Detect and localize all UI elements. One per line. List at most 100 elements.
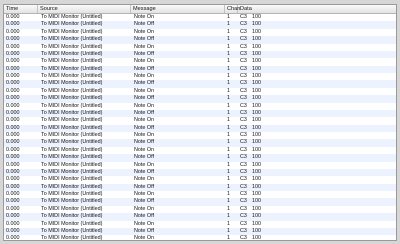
table-row[interactable]: 0.000 To MIDI Monitor (Untitled) Note On 1 C… xyxy=(4,103,396,110)
cell-channel: 1 xyxy=(227,109,230,116)
cell-data-note: C3 xyxy=(240,168,247,175)
table-row[interactable]: 0.000 To MIDI Monitor (Untitled) Note On 1 C… xyxy=(4,44,396,51)
cell-source: To MIDI Monitor (Untitled) xyxy=(41,21,103,28)
cell-data-note: C3 xyxy=(240,205,247,212)
table-row[interactable]: 0.000 To MIDI Monitor (Untitled) Note On 1 C… xyxy=(4,176,396,183)
cell-time: 0.000 xyxy=(6,117,20,124)
cell-data-velocity: 100 xyxy=(252,95,261,102)
cell-time: 0.000 xyxy=(6,21,20,28)
table-row[interactable]: 0.000 To MIDI Monitor (Untitled) Note Off 1… xyxy=(4,95,396,103)
column-header-message[interactable]: Message xyxy=(131,5,225,13)
cell-channel: 1 xyxy=(227,43,230,50)
cell-source: To MIDI Monitor (Untitled) xyxy=(41,36,103,43)
table-row[interactable]: 0.000 To MIDI Monitor (Untitled) Note On 1 C… xyxy=(4,162,396,169)
cell-time: 0.000 xyxy=(6,80,20,87)
table-row[interactable]: 0.000 To MIDI Monitor (Untitled) Note On 1 C… xyxy=(4,29,396,36)
cell-data-velocity: 100 xyxy=(252,14,261,20)
cell-time: 0.000 xyxy=(6,168,20,175)
table-row[interactable]: 0.000 To MIDI Monitor (Untitled) Note Off 1… xyxy=(4,80,396,88)
cell-channel: 1 xyxy=(227,227,230,234)
column-header-data[interactable]: Data xyxy=(238,5,298,13)
cell-message: Note On xyxy=(134,117,155,124)
cell-message: Note On xyxy=(134,14,155,20)
cell-data-velocity: 100 xyxy=(252,124,261,131)
midi-event-table: Time Source Message Chan Data 0.000 To MI… xyxy=(3,4,397,241)
cell-data-note: C3 xyxy=(240,73,247,79)
cell-data-velocity: 100 xyxy=(252,161,261,168)
cell-source: To MIDI Monitor (Untitled) xyxy=(41,117,103,124)
cell-message: Note On xyxy=(134,87,155,94)
cell-time: 0.000 xyxy=(6,139,20,146)
cell-source: To MIDI Monitor (Untitled) xyxy=(41,235,103,241)
table-row[interactable]: 0.000 To MIDI Monitor (Untitled) Note Off 1… xyxy=(4,21,396,29)
cell-data-velocity: 100 xyxy=(252,132,261,138)
cell-message: Note On xyxy=(134,176,155,183)
cell-channel: 1 xyxy=(227,235,230,241)
table-row[interactable]: 0.000 To MIDI Monitor (Untitled) Note Off 1… xyxy=(4,50,396,59)
table-row[interactable]: 0.000 To MIDI Monitor (Untitled) Note On 1 C… xyxy=(4,206,396,213)
cell-source: To MIDI Monitor (Untitled) xyxy=(41,183,103,190)
cell-time: 0.000 xyxy=(6,73,20,79)
cell-channel: 1 xyxy=(227,161,230,168)
cell-channel: 1 xyxy=(227,168,230,175)
table-row[interactable]: 0.000 To MIDI Monitor (Untitled) Note On 1 C… xyxy=(4,73,396,80)
cell-message: Note Off xyxy=(134,213,154,220)
table-row[interactable]: 0.000 To MIDI Monitor (Untitled) Note On 1 C… xyxy=(4,132,396,139)
cell-data-velocity: 100 xyxy=(252,21,261,28)
cell-time: 0.000 xyxy=(6,58,20,65)
cell-source: To MIDI Monitor (Untitled) xyxy=(41,124,103,131)
table-row[interactable]: 0.000 To MIDI Monitor (Untitled) Note On 1 C… xyxy=(4,14,396,21)
table-row[interactable]: 0.000 To MIDI Monitor (Untitled) Note On 1 C… xyxy=(4,191,396,198)
cell-source: To MIDI Monitor (Untitled) xyxy=(41,87,103,94)
table-row[interactable]: 0.000 To MIDI Monitor (Untitled) Note Off 1… xyxy=(4,168,396,177)
cell-message: Note On xyxy=(134,205,155,212)
column-header-source[interactable]: Source xyxy=(38,5,131,13)
column-header-chan[interactable]: Chan xyxy=(225,5,240,13)
table-row[interactable]: 0.000 To MIDI Monitor (Untitled) Note On 1 C… xyxy=(4,88,396,95)
cell-source: To MIDI Monitor (Untitled) xyxy=(41,176,103,183)
table-row[interactable]: 0.000 To MIDI Monitor (Untitled) Note Off 1… xyxy=(4,65,396,73)
cell-message: Note Off xyxy=(134,227,154,234)
table-row[interactable]: 0.000 To MIDI Monitor (Untitled) Note On 1 C… xyxy=(4,221,396,228)
cell-time: 0.000 xyxy=(6,161,20,168)
table-row[interactable]: 0.000 To MIDI Monitor (Untitled) Note Off 1… xyxy=(4,227,396,236)
cell-channel: 1 xyxy=(227,87,230,94)
cell-channel: 1 xyxy=(227,36,230,43)
cell-time: 0.000 xyxy=(6,154,20,161)
cell-time: 0.000 xyxy=(6,132,20,138)
table-body: 0.000 To MIDI Monitor (Untitled) Note On 1 C… xyxy=(4,14,396,241)
cell-message: Note On xyxy=(134,43,155,50)
table-row[interactable]: 0.000 To MIDI Monitor (Untitled) Note On 1 C… xyxy=(4,58,396,65)
table-row[interactable]: 0.000 To MIDI Monitor (Untitled) Note On 1 C… xyxy=(4,117,396,124)
cell-source: To MIDI Monitor (Untitled) xyxy=(41,205,103,212)
table-row[interactable]: 0.000 To MIDI Monitor (Untitled) Note Off 1… xyxy=(4,124,396,132)
cell-message: Note Off xyxy=(134,109,154,116)
cell-data-velocity: 100 xyxy=(252,65,261,72)
cell-time: 0.000 xyxy=(6,146,20,153)
cell-time: 0.000 xyxy=(6,36,20,43)
cell-source: To MIDI Monitor (Untitled) xyxy=(41,109,103,116)
table-row[interactable]: 0.000 To MIDI Monitor (Untitled) Note Off 1… xyxy=(4,154,396,162)
table-row[interactable]: 0.000 To MIDI Monitor (Untitled) Note Off 1… xyxy=(4,36,396,44)
cell-data-note: C3 xyxy=(240,95,247,102)
cell-data-velocity: 100 xyxy=(252,183,261,190)
table-row[interactable]: 0.000 To MIDI Monitor (Untitled) Note Off 1… xyxy=(4,109,396,118)
cell-data-velocity: 100 xyxy=(252,28,261,35)
table-row[interactable]: 0.000 To MIDI Monitor (Untitled) Note Off 1… xyxy=(4,213,396,221)
table-row[interactable]: 0.000 To MIDI Monitor (Untitled) Note On 1 C… xyxy=(4,235,396,241)
table-row[interactable]: 0.000 To MIDI Monitor (Untitled) Note Off 1… xyxy=(4,139,396,147)
cell-channel: 1 xyxy=(227,132,230,138)
table-row[interactable]: 0.000 To MIDI Monitor (Untitled) Note On 1 C… xyxy=(4,147,396,154)
cell-message: Note On xyxy=(134,220,155,227)
column-header-time[interactable]: Time xyxy=(4,5,38,13)
cell-data-note: C3 xyxy=(240,183,247,190)
cell-source: To MIDI Monitor (Untitled) xyxy=(41,43,103,50)
table-row[interactable]: 0.000 To MIDI Monitor (Untitled) Note Off 1… xyxy=(4,183,396,191)
cell-message: Note On xyxy=(134,161,155,168)
cell-time: 0.000 xyxy=(6,43,20,50)
cell-data-note: C3 xyxy=(240,235,247,241)
table-row[interactable]: 0.000 To MIDI Monitor (Untitled) Note Off 1… xyxy=(4,198,396,206)
cell-data-note: C3 xyxy=(240,191,247,197)
cell-source: To MIDI Monitor (Untitled) xyxy=(41,58,103,65)
cell-data-velocity: 100 xyxy=(252,117,261,124)
